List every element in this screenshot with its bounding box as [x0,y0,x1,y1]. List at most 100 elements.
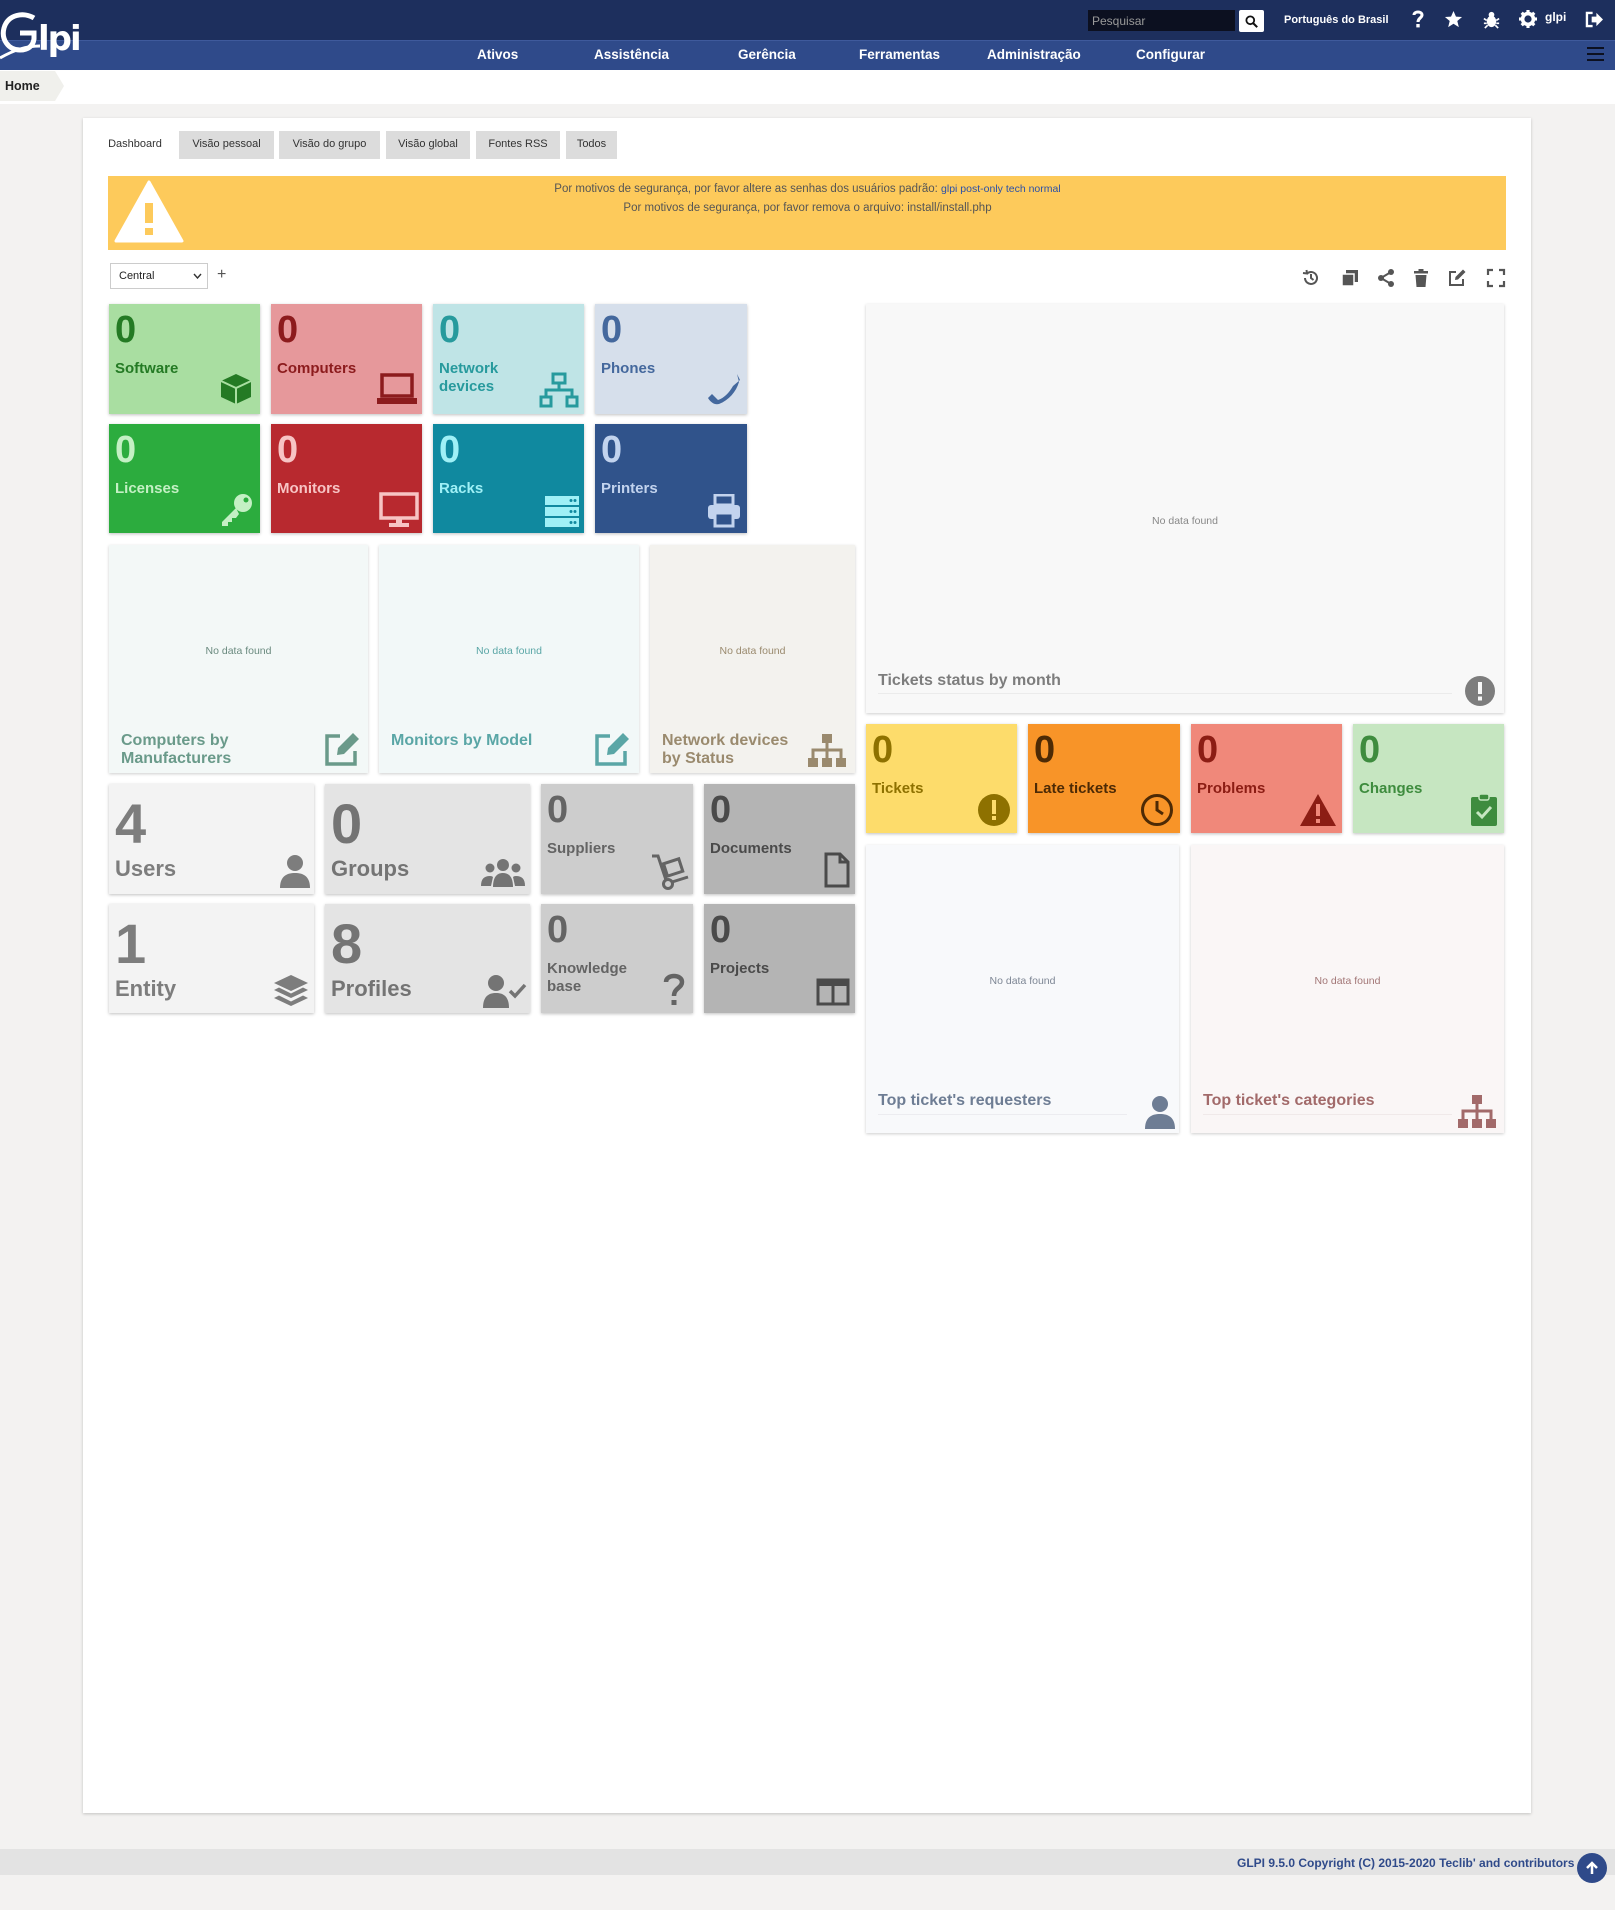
card-documents[interactable]: 0 Documents [704,784,855,894]
card-software[interactable]: 0 Software [109,304,260,414]
no-data-text: No data found [719,645,786,657]
card-entity[interactable]: 1 Entity [109,904,314,1013]
card-value: 0 [277,309,299,351]
card-late-tickets[interactable]: 0 Late tickets [1028,724,1180,833]
card-value: 0 [439,309,461,351]
edit-icon[interactable] [1447,268,1467,288]
card-phones[interactable]: 0 Phones [595,304,747,414]
panel-title: Top ticket's requesters [878,1092,1052,1109]
breadcrumb-bar [0,70,1615,104]
card-users[interactable]: 4 Users [109,784,314,894]
panel-computers-by-manufacturers[interactable]: No data found Computers by Manufacturers [109,545,368,773]
card-problems[interactable]: 0 Problems [1191,724,1342,833]
menu-assistance[interactable]: Assistência [594,47,669,62]
card-value: 1 [115,912,147,975]
panel-title: Top ticket's categories [1203,1092,1375,1109]
gear-icon[interactable] [1518,9,1538,29]
no-data-text: No data found [205,645,272,657]
card-network-devices[interactable]: 0 Network devices [433,304,584,414]
language-selector[interactable]: Português do Brasil [1284,14,1389,26]
card-profiles[interactable]: 8 Profiles [325,904,530,1013]
card-label: Phones [601,360,656,377]
panel-divider [878,693,1452,694]
star-icon[interactable] [1443,9,1463,29]
logout-icon[interactable] [1584,9,1604,29]
breadcrumb-home[interactable]: Home [0,71,64,101]
alert-line-install: Por motivos de segurança, por favor remo… [623,202,992,214]
search-input[interactable] [1088,10,1235,31]
share-icon[interactable] [1376,268,1396,288]
panel-monitors-by-model[interactable]: No data found Monitors by Model [379,545,639,773]
user-name[interactable]: glpi [1545,10,1566,24]
card-value: 0 [115,429,137,471]
card-changes[interactable]: 0 Changes [1353,724,1504,833]
card-label: Projects [710,960,770,977]
card-label: Changes [1359,780,1423,797]
bug-icon[interactable] [1481,9,1501,29]
glpi-logo[interactable]: lpi [0,6,100,64]
tab-global-view[interactable]: Visão global [386,131,470,159]
footer-copyright[interactable]: GLPI 9.5.0 Copyright (C) 2015-2020 Tecli… [1237,1856,1615,1870]
phone-icon [708,374,740,405]
panel-title: Monitors by Model [391,732,533,749]
card-label: Tickets [872,780,924,797]
card-label: Groups [331,856,410,881]
users-icon [481,859,525,887]
card-licenses[interactable]: 0 Licenses [109,424,260,533]
panel-title: Computers by Manufacturers [121,732,232,767]
card-knowledge-base[interactable]: 0 Knowledge base [541,904,693,1013]
card-computers[interactable]: 0 Computers [271,304,422,414]
card-value: 0 [710,909,732,951]
arrow-up-icon [1586,1861,1598,1874]
back-to-top-button[interactable] [1577,1853,1607,1883]
question-icon [663,973,685,1005]
user-icon [1145,1096,1175,1129]
panel-title: Network devices by Status [662,732,789,767]
tab-all[interactable]: Todos [566,131,617,159]
card-value: 0 [872,729,894,771]
layers-icon [274,975,308,1006]
help-icon[interactable] [1408,9,1428,29]
fullscreen-icon[interactable] [1486,268,1506,288]
card-label: Licenses [115,480,180,497]
card-projects[interactable]: 0 Projects [704,904,855,1013]
panel-divider [878,1114,1127,1115]
card-label: Entity [115,976,177,1001]
card-monitors[interactable]: 0 Monitors [271,424,422,533]
card-racks[interactable]: 0 Racks [433,424,584,533]
clone-icon[interactable] [1340,268,1360,288]
default-users-links[interactable]: glpi post-only tech normal [941,183,1061,195]
add-dashboard-button[interactable]: + [217,266,226,284]
panel-top-ticket-requesters[interactable]: No data found Top ticket's requesters [866,845,1179,1133]
tab-group-view[interactable]: Visão do grupo [279,131,380,159]
server-icon [545,496,579,527]
menu-setup[interactable]: Configurar [1136,47,1205,62]
tab-dashboard[interactable]: Dashboard [99,131,171,159]
dashboard-select[interactable]: Central [110,263,208,289]
card-tickets[interactable]: 0 Tickets [866,724,1017,833]
card-value: 0 [547,909,569,951]
delete-icon[interactable] [1411,268,1431,288]
panel-tickets-status-by-month[interactable]: No data found Tickets status by month [866,304,1504,713]
tab-rss-feeds[interactable]: Fontes RSS [476,131,560,159]
search-icon [1245,14,1258,28]
panel-network-devices-by-status[interactable]: No data found Network devices by Status [650,545,855,773]
menu-management[interactable]: Gerência [738,47,796,62]
panel-top-ticket-categories[interactable]: No data found Top ticket's categories [1191,845,1504,1133]
tab-personal-view[interactable]: Visão pessoal [179,131,274,159]
card-label: Racks [439,480,484,497]
monitor-icon [379,492,419,527]
card-printers[interactable]: 0 Printers [595,424,747,533]
exclamation-circle-icon [1465,676,1495,706]
menu-tools[interactable]: Ferramentas [859,47,940,62]
card-suppliers[interactable]: 0 Suppliers [541,784,693,894]
menu-assets[interactable]: Ativos [477,47,518,62]
search-button[interactable] [1239,10,1264,32]
no-data-text: No data found [989,975,1056,987]
card-label: Late tickets [1034,780,1117,797]
menu-administration[interactable]: Administração [987,47,1081,62]
card-groups[interactable]: 0 Groups [325,784,530,894]
edit-icon [595,733,629,766]
hamburger-menu-icon[interactable] [1587,47,1604,62]
history-icon[interactable] [1301,268,1321,288]
